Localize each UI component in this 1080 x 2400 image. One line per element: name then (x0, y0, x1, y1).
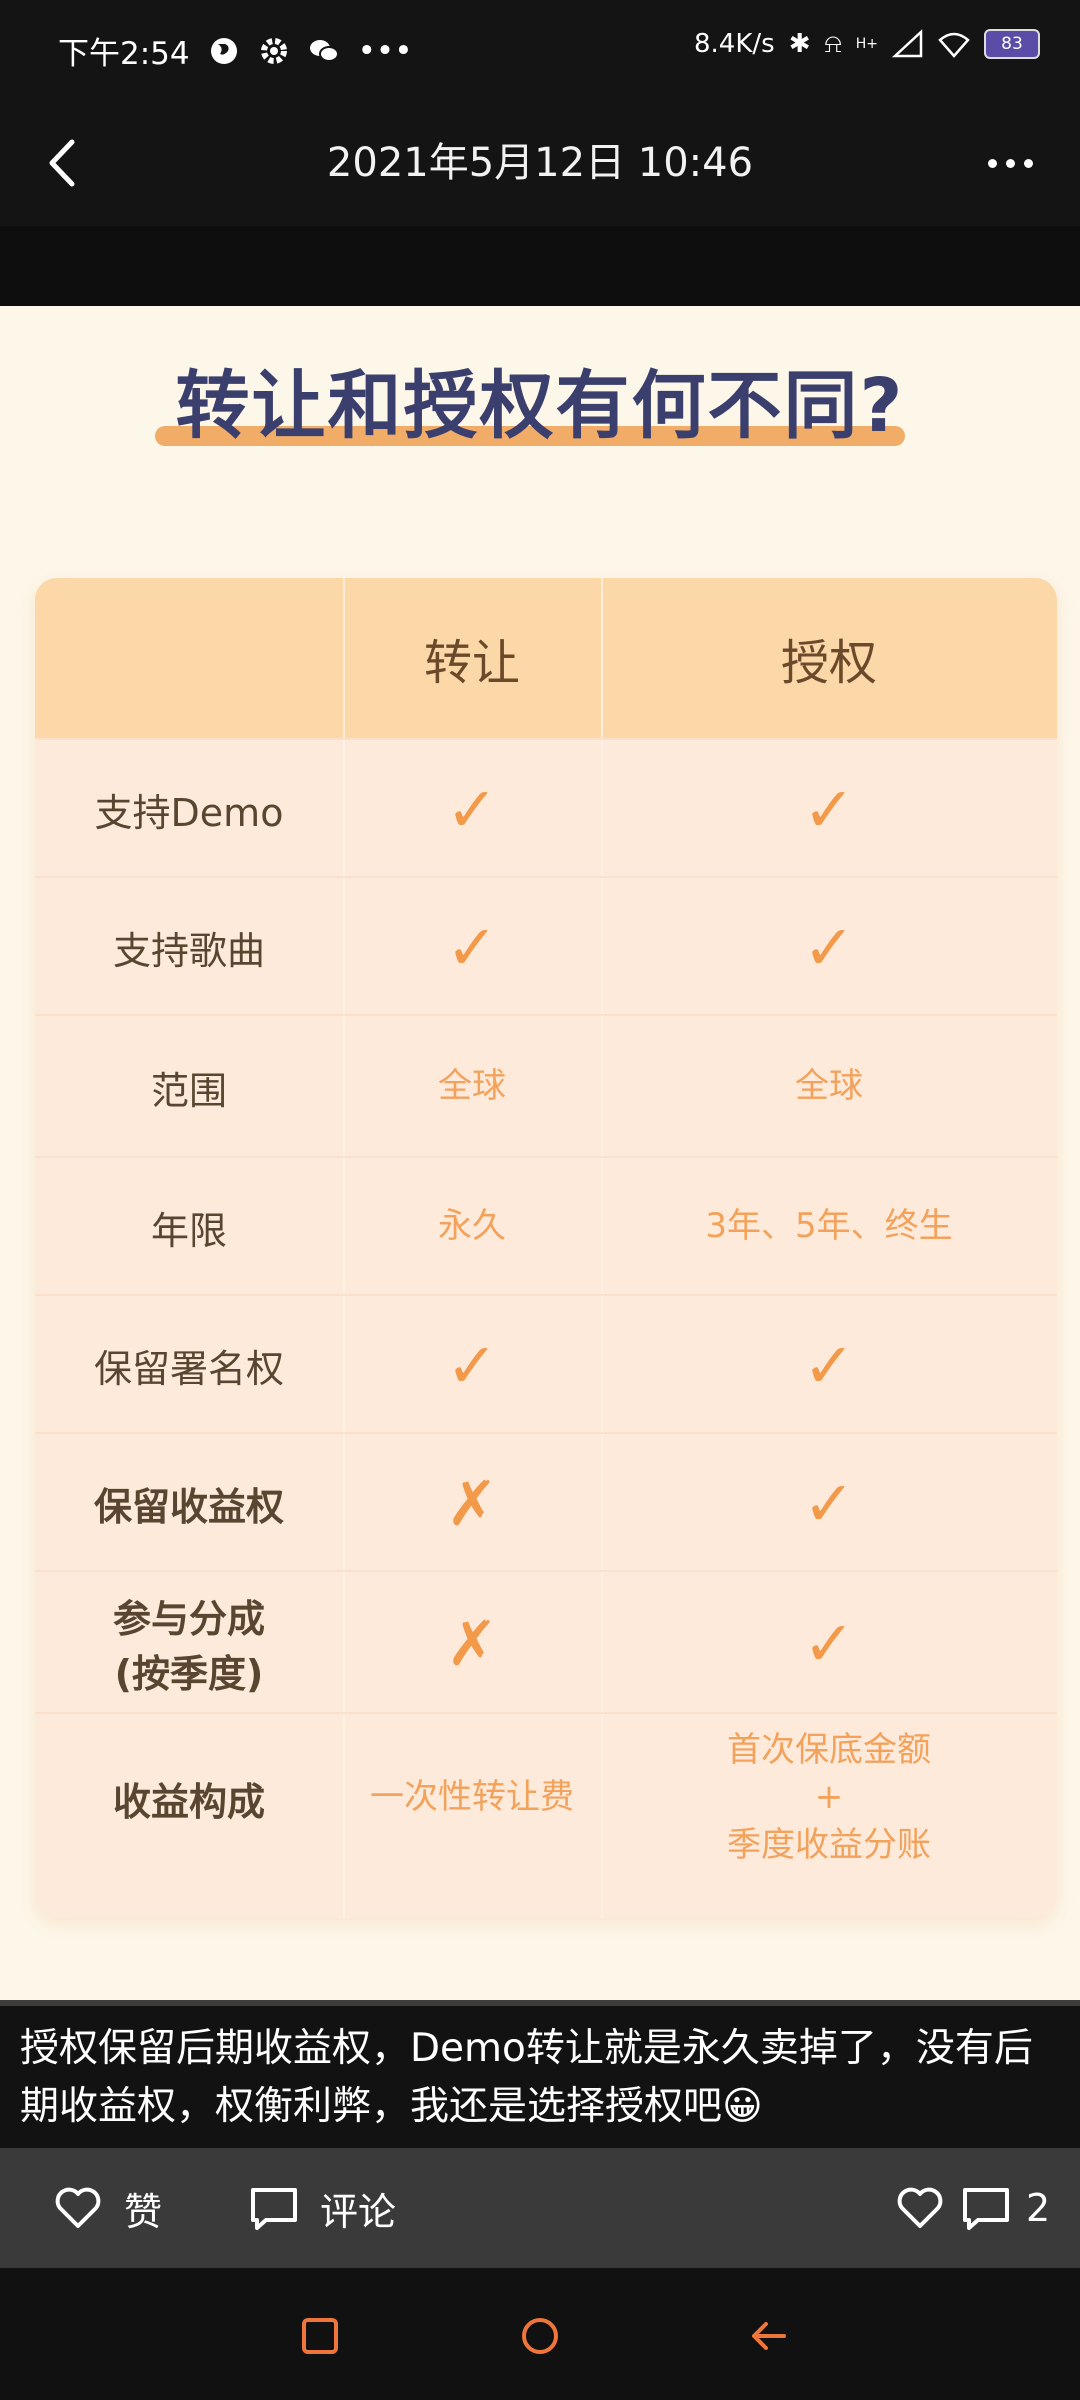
check-icon: ✓ (803, 1328, 855, 1402)
row-label: 支持歌曲 (112, 928, 265, 973)
post-caption: 授权保留后期收益权，Demo转让就是永久卖掉了，没有后期收益权，权衡利弊，我还是… (0, 2000, 1080, 2148)
like-button[interactable]: 赞 (52, 2148, 162, 2268)
check-icon: ✓ (803, 1606, 855, 1680)
comment-count: 2 (1026, 2186, 1051, 2230)
heart-icon (897, 2187, 943, 2228)
row-label: 年限 (150, 1208, 227, 1253)
transfer-value: 一次性转让费 (370, 1777, 574, 1818)
row-label: 保留署名权 (93, 1346, 284, 1391)
row-label: 支持Demo (94, 790, 284, 835)
gear-icon (260, 37, 287, 64)
bluetooth-icon: ✱ (788, 29, 811, 59)
check-icon: ✓ (446, 1328, 498, 1402)
wifi-icon (938, 32, 970, 58)
heart-icon (55, 2187, 101, 2228)
check-icon: ✓ (446, 772, 498, 846)
back-arrow-icon (752, 2322, 786, 2350)
like-label: 赞 (124, 2189, 163, 2234)
back-button[interactable] (740, 2308, 796, 2364)
check-icon: ✓ (803, 772, 855, 846)
table-header: 转让 授权 (35, 578, 1057, 738)
row-label: 收益构成 (112, 1779, 265, 1824)
caption-text: 授权保留后期收益权，Demo转让就是永久卖掉了，没有后期收益权，权衡利弊，我还是… (20, 2026, 1033, 2129)
comment-button[interactable]: 评论 (248, 2148, 396, 2268)
cross-icon: ✗ (446, 1606, 498, 1680)
page-title: 2021年5月12日 10:46 (326, 140, 754, 186)
check-icon: ✓ (803, 910, 855, 984)
network-speed: 8.4K/s (694, 29, 775, 59)
circle-icon (522, 2318, 558, 2354)
table-row: 支持歌曲 ✓ ✓ (35, 876, 1057, 1016)
table-row: 参与分成 (按季度) ✗ ✓ (35, 1570, 1057, 1714)
table-row: 范围 全球 全球 (35, 1014, 1057, 1158)
recent-apps-button[interactable] (292, 2308, 348, 2364)
engagement-summary[interactable]: 2 (894, 2148, 1050, 2268)
action-bar: 赞 评论 2 (0, 2148, 1080, 2268)
status-bar: 下午2:54 ••• 8.4K/s ✱ ⍾ H+ 83 (0, 0, 1080, 100)
cross-icon: ✗ (446, 1466, 498, 1540)
license-value: 首次保底金额 + 季度收益分账 (727, 1729, 931, 1865)
system-nav-bar (0, 2268, 1080, 2400)
status-time: 下午2:54 (58, 36, 190, 72)
signal-icon (892, 29, 923, 58)
comment-icon (251, 2188, 297, 2230)
comparison-table: 转让 授权 支持Demo ✓ ✓ 支持歌曲 ✓ ✓ 范围 全球 全球年限 永久 3年、5年、终生保留… (35, 578, 1057, 1918)
license-value: 3年、5年、终生 (705, 1206, 953, 1247)
table-row: 支持Demo ✓ ✓ (35, 738, 1057, 878)
battery-level: 83 (1001, 34, 1023, 54)
row-label: 保留收益权 (93, 1484, 284, 1529)
table-header-license: 授权 (780, 635, 877, 691)
table-row: 年限 永久 3年、5年、终生 (35, 1156, 1057, 1296)
home-button[interactable] (512, 2308, 568, 2364)
globe-icon (210, 37, 237, 64)
row-label: 范围 (150, 1068, 227, 1113)
transfer-value: 永久 (438, 1206, 506, 1247)
alarm-icon: ⍾ (824, 28, 842, 59)
more-options-button[interactable] (970, 128, 1050, 198)
top-app-bar: 2021年5月12日 10:46 (0, 100, 1080, 226)
table-row: 保留收益权 ✗ ✓ (35, 1432, 1057, 1572)
check-icon: ✓ (803, 1466, 855, 1540)
more-notifications-icon: ••• (357, 32, 413, 69)
table-header-empty (35, 578, 343, 738)
wechat-icon (309, 39, 339, 62)
row-label: 参与分成 (按季度) (112, 1597, 265, 1696)
square-icon (302, 2318, 338, 2354)
table-header-transfer: 转让 (423, 635, 520, 691)
check-icon: ✓ (446, 910, 498, 984)
table-row: 收益构成 一次性转让费 首次保底金额 + 季度收益分账 (35, 1712, 1057, 1882)
transfer-value: 全球 (438, 1066, 506, 1107)
comment-label: 评论 (320, 2189, 397, 2234)
comment-icon (963, 2188, 1009, 2230)
signal-label: H+ (855, 36, 878, 52)
image-title: 转让和授权有何不同? (175, 363, 905, 449)
table-row: 保留署名权 ✓ ✓ (35, 1294, 1057, 1434)
license-value: 全球 (795, 1066, 863, 1107)
battery-icon: 83 (984, 29, 1040, 59)
post-image[interactable]: 转让和授权有何不同? 转让 授权 支持Demo ✓ ✓ 支持歌曲 ✓ ✓ 范围 全球 全球年限 永… (0, 306, 1080, 2006)
